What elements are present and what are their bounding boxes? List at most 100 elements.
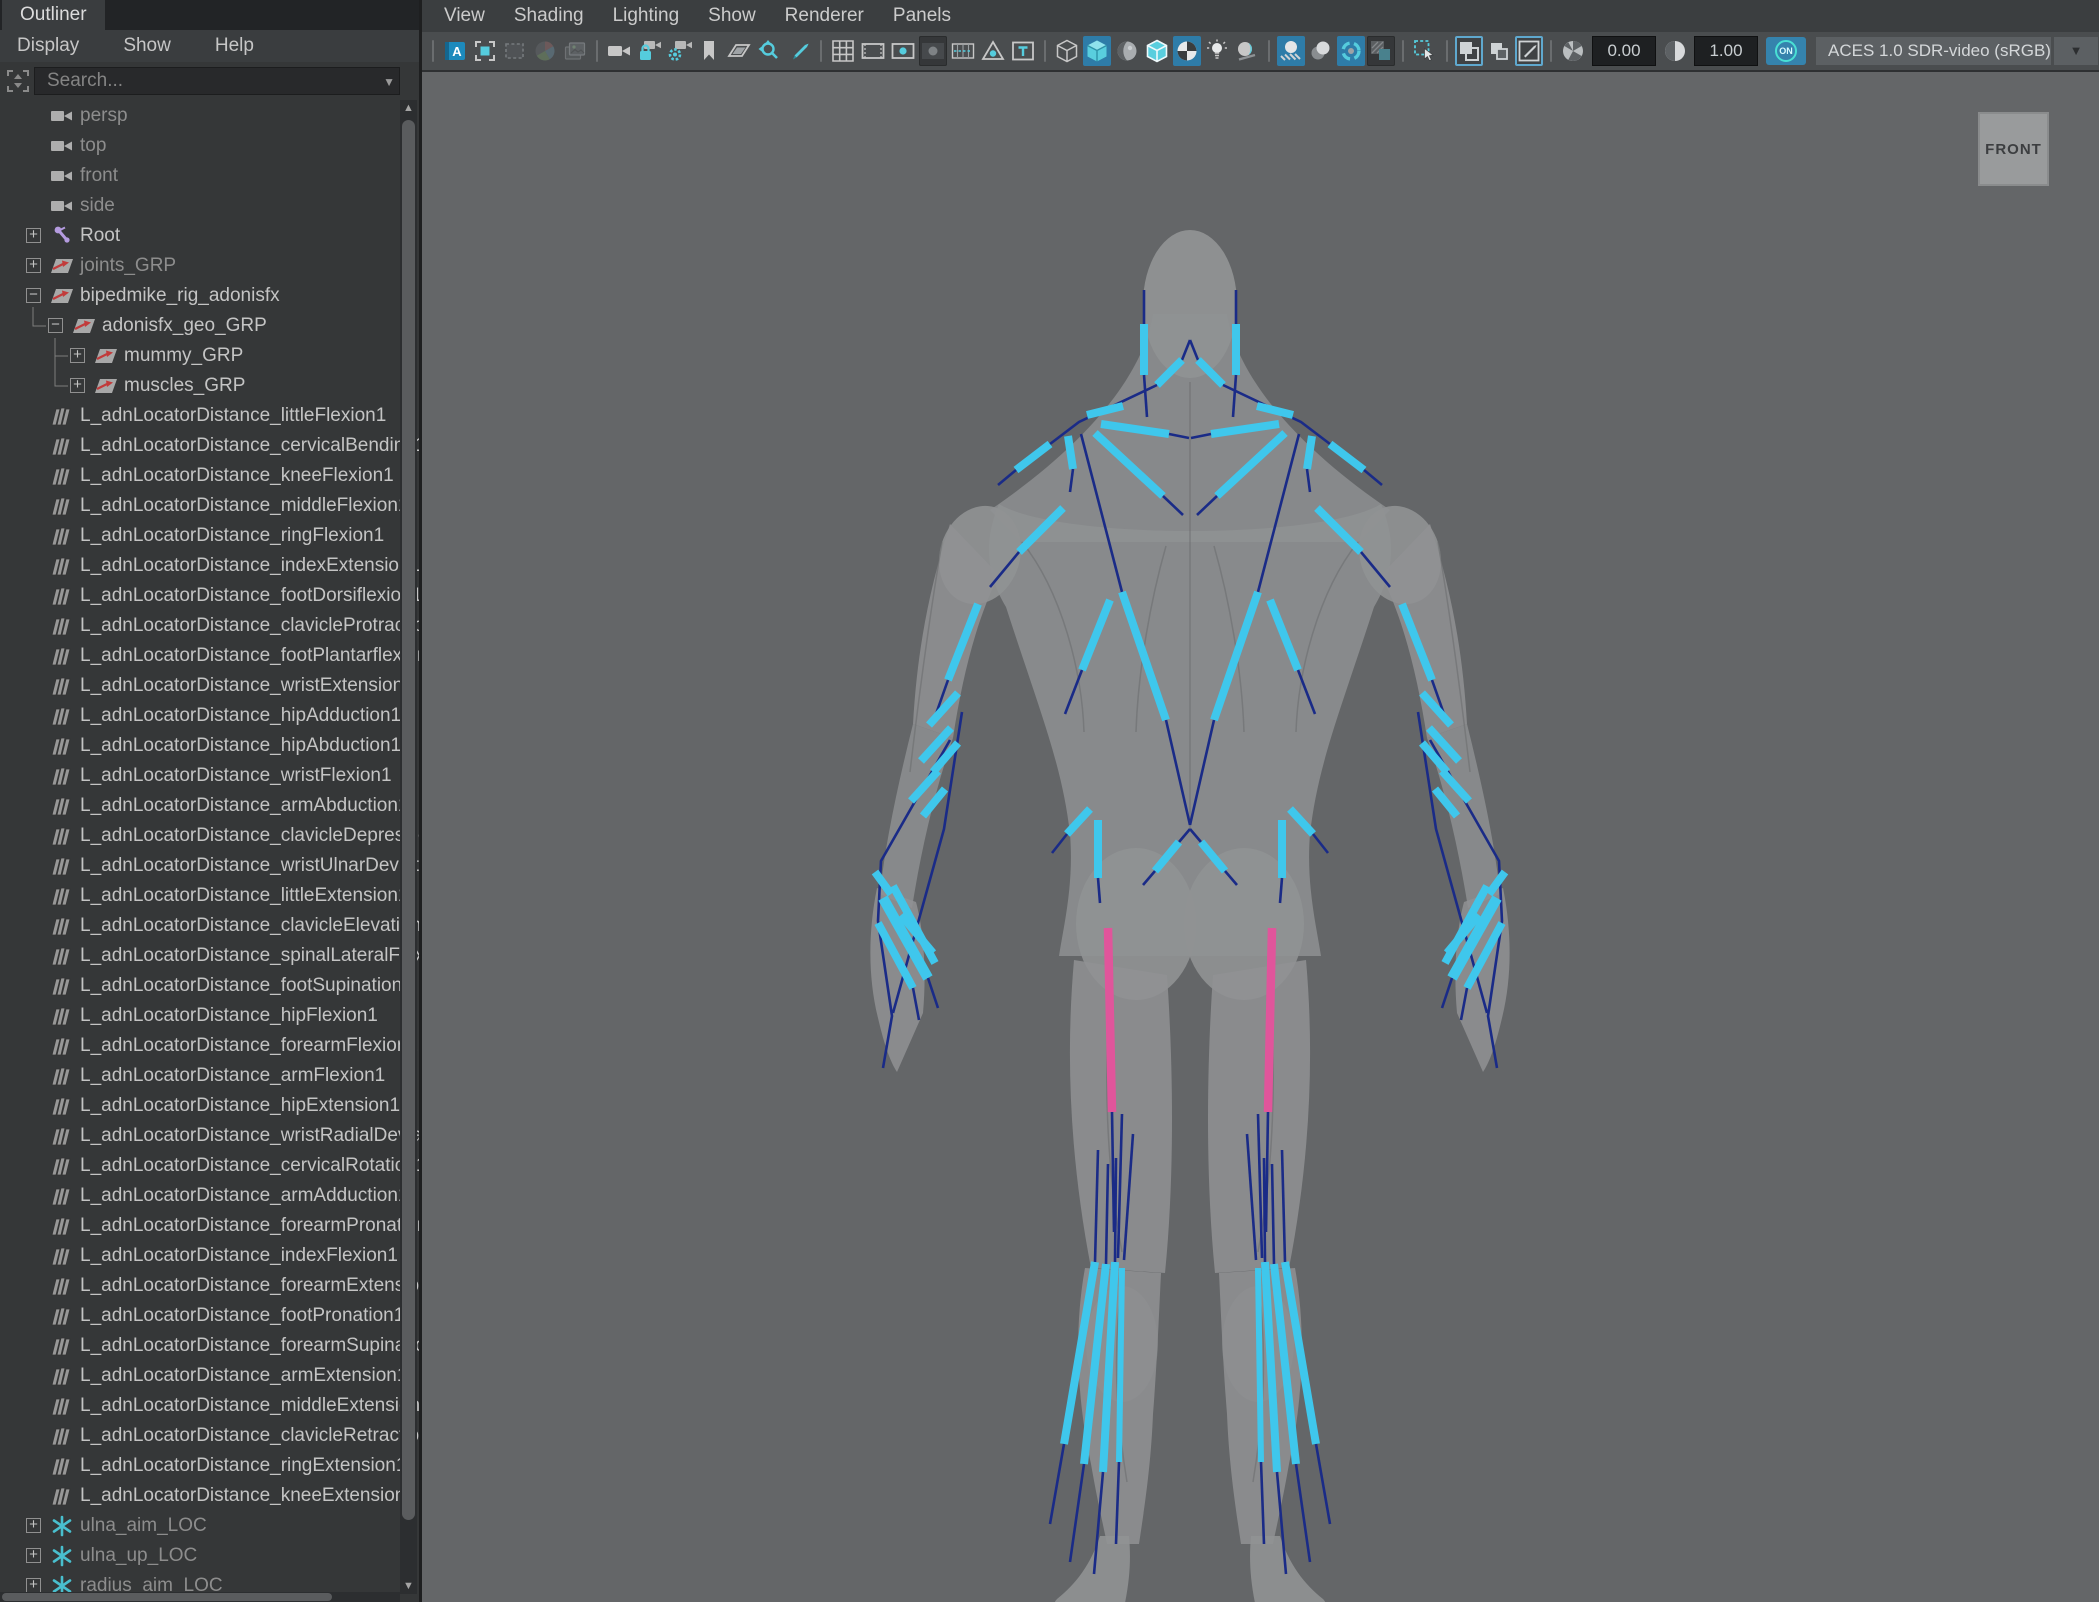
tree-row[interactable]: + ulna_up_LOC [0,1541,400,1571]
grease-pencil-button[interactable] [785,36,813,66]
bookmarks-button[interactable] [695,36,723,66]
menu-display[interactable]: Display [17,35,79,57]
tree-row[interactable]: L_adnLocatorDistance_indexExtension1 [0,551,420,581]
tree-row[interactable]: L_adnLocatorDistance_footSupination1 [0,971,413,1001]
exposure-field[interactable] [1592,36,1656,66]
tree-row[interactable]: L_adnLocatorDistance_middleFlexion1 [0,491,408,521]
tree-row[interactable]: L_adnLocatorDistance_wristFlexion1 [0,761,400,791]
safe-action-button[interactable] [979,36,1007,66]
scrollbar-thumb[interactable] [2,1593,332,1601]
tree-row[interactable]: − bipedmike_rig_adonisfx [0,281,400,311]
xray-joints-button[interactable] [1485,36,1513,66]
expand-icon[interactable]: + [26,257,41,273]
depth-peeling-button[interactable] [1367,36,1395,66]
xray-button[interactable] [1455,36,1483,66]
tree-row[interactable]: L_adnLocatorDistance_footPlantarflexion1 [0,641,438,671]
tree-row[interactable]: L_adnLocatorDistance_armFlexion1 [0,1061,400,1091]
film-gate-button[interactable] [859,36,887,66]
menu-show[interactable]: Show [708,5,756,27]
tree-row[interactable]: side [0,191,400,221]
collapse-icon[interactable]: − [26,287,41,303]
menu-show[interactable]: Show [123,35,171,57]
tree-row[interactable]: L_adnLocatorDistance_wristExtension1 [0,671,414,701]
expand-icon[interactable]: + [70,377,85,393]
expand-icon[interactable]: + [26,227,41,243]
tree-row[interactable]: L_adnLocatorDistance_hipExtension1 [0,1091,400,1121]
tree-row[interactable]: + Root [0,221,400,251]
select-camera-button[interactable] [605,36,633,66]
xray-active-button[interactable] [1515,36,1543,66]
tree-row[interactable]: L_adnLocatorDistance_forearmSupination1 [0,1331,447,1361]
tree-row[interactable]: + mummy_GRP [0,341,400,371]
safe-title-button[interactable] [1009,36,1037,66]
isolate-select-button[interactable] [1411,36,1439,66]
textured-button[interactable] [1113,36,1141,66]
tree-row[interactable]: L_adnLocatorDistance_ringFlexion1 [0,521,400,551]
menu-lighting[interactable]: Lighting [613,5,680,27]
menu-help[interactable]: Help [215,35,254,57]
snapshot-stack-button[interactable] [561,36,589,66]
tree-row[interactable]: L_adnLocatorDistance_hipFlexion1 [0,1001,400,1031]
outliner-horizontal-scrollbar[interactable] [0,1592,400,1602]
tree-row[interactable]: L_adnLocatorDistance_ringExtension1 [0,1451,406,1481]
expand-icon[interactable]: + [26,1517,41,1533]
wireframe-button[interactable] [1053,36,1081,66]
tree-row[interactable]: L_adnLocatorDistance_clavicleElevation1 [0,911,432,941]
tree-row[interactable]: L_adnLocatorDistance_cervicalRotation1 [0,1151,426,1181]
resolution-gate-button[interactable] [889,36,917,66]
expand-icon[interactable]: + [26,1577,41,1593]
marquee-select-button[interactable] [471,36,499,66]
scrollbar-thumb[interactable] [402,120,415,1520]
tree-row[interactable]: L_adnLocatorDistance_wristUlnarDeviation… [0,851,455,881]
ssao-button[interactable] [1277,36,1305,66]
menu-renderer[interactable]: Renderer [785,5,864,27]
pan-zoom-button[interactable] [755,36,783,66]
tree-row[interactable]: + muscles_GRP [0,371,400,401]
contrast-icon[interactable] [1661,36,1689,66]
lasso-select-button[interactable] [501,36,529,66]
tree-row[interactable]: L_adnLocatorDistance_kneeExtension1 [0,1481,416,1511]
tree-row[interactable]: L_adnLocatorDistance_forearmExtension1 [0,1271,440,1301]
smooth-shade-button[interactable] [1083,36,1111,66]
tree-row[interactable]: top [0,131,400,161]
view-transform-arrow-icon[interactable]: ▼ [2054,37,2098,65]
tree-row[interactable]: − adonisfx_geo_GRP [0,311,400,341]
expand-icon[interactable]: + [70,347,85,363]
tree-row[interactable]: L_adnLocatorDistance_spinalLateralFlexio… [0,941,460,971]
tree-row[interactable]: L_adnLocatorDistance_clavicleDepression1 [0,821,450,851]
motion-blur-button[interactable] [1307,36,1335,66]
tree-row[interactable]: L_adnLocatorDistance_clavicleRetraction1 [0,1421,440,1451]
scroll-up-icon[interactable]: ▲ [400,100,417,116]
tree-row[interactable]: L_adnLocatorDistance_footDorsiflexion1 [0,581,422,611]
tree-row[interactable]: + ulna_aim_LOC [0,1511,400,1541]
tree-row[interactable]: L_adnLocatorDistance_littleFlexion1 [0,401,400,431]
tree-row[interactable]: L_adnLocatorDistance_footPronation1 [0,1301,404,1331]
tree-row[interactable]: persp [0,101,400,131]
tree-row[interactable]: L_adnLocatorDistance_indexFlexion1 [0,1241,400,1271]
tree-row[interactable]: L_adnLocatorDistance_clavicleProtraction… [0,611,445,641]
tree-row[interactable]: L_adnLocatorDistance_hipAdduction1 [0,701,401,731]
gate-mask-button[interactable] [919,36,947,66]
wireframe-on-shaded-button[interactable] [1143,36,1171,66]
grid-button[interactable] [829,36,857,66]
tree-row[interactable]: L_adnLocatorDistance_forearmPronation1 [0,1211,438,1241]
shadows-button[interactable] [1233,36,1261,66]
color-management-toggle[interactable]: ON [1766,37,1806,65]
search-input[interactable] [34,67,400,95]
menu-panels[interactable]: Panels [893,5,951,27]
exposure-icon[interactable] [1559,36,1587,66]
lock-camera-button[interactable] [635,36,663,66]
filter-icon[interactable] [5,68,31,94]
gamma-field[interactable] [1694,36,1758,66]
camera-attributes-button[interactable] [665,36,693,66]
tree-row[interactable]: L_adnLocatorDistance_armExtension1 [0,1361,407,1391]
tree-row[interactable]: L_adnLocatorDistance_armAdduction1 [0,1181,409,1211]
tree-row[interactable]: L_adnLocatorDistance_forearmFlexion1 [0,1031,418,1061]
expand-icon[interactable]: + [26,1547,41,1563]
image-plane-button[interactable] [725,36,753,66]
tree-row[interactable]: L_adnLocatorDistance_kneeFlexion1 [0,461,400,491]
tree-row[interactable]: L_adnLocatorDistance_armAbduction1 [0,791,409,821]
tree-row[interactable]: L_adnLocatorDistance_wristRadialDeviatio… [0,1121,463,1151]
menu-view[interactable]: View [444,5,485,27]
tree-row[interactable]: front [0,161,400,191]
